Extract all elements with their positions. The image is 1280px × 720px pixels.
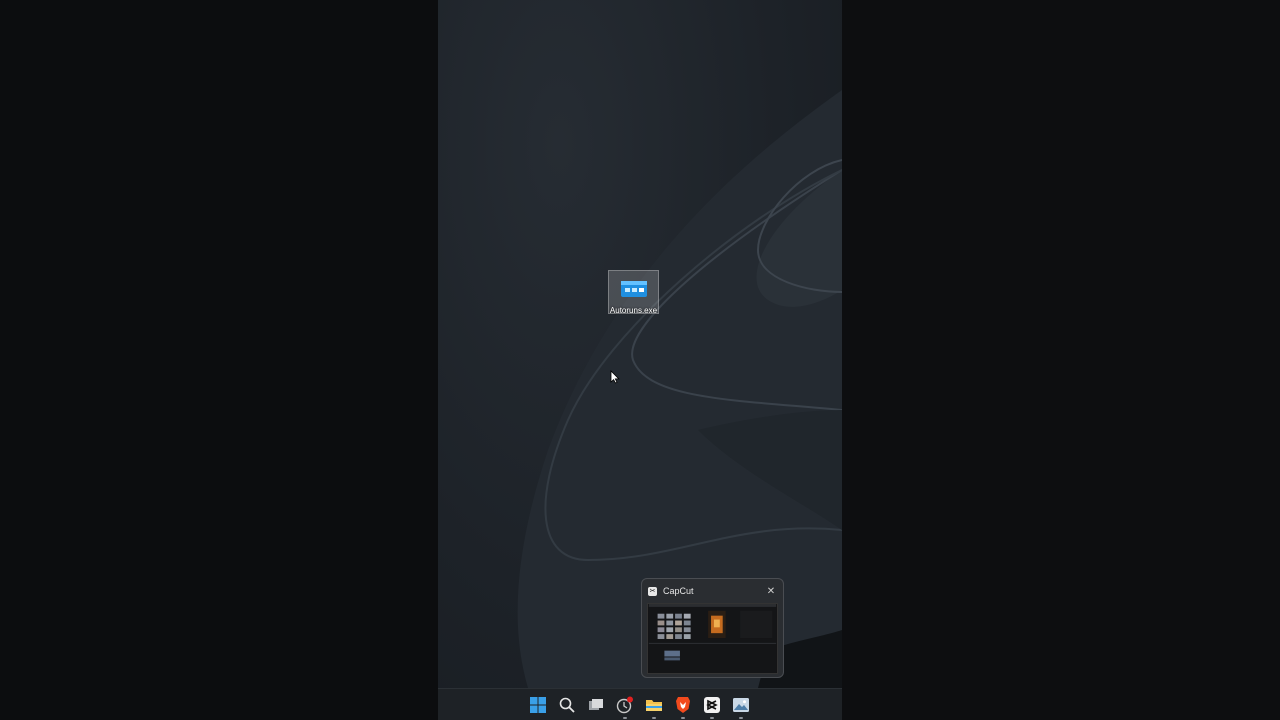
desktop-screen: Autoruns.exe ✂ CapCut ✕ xyxy=(438,0,842,720)
running-indicator xyxy=(623,717,627,719)
running-indicator xyxy=(652,717,656,719)
taskbar-brave[interactable] xyxy=(673,695,693,719)
task-view-icon xyxy=(589,699,603,710)
capcut-icon xyxy=(704,697,720,713)
blurred-background-right xyxy=(842,0,1280,720)
brave-browser-icon xyxy=(676,697,690,713)
window-thumbnail[interactable] xyxy=(647,603,778,674)
capcut-icon: ✂ xyxy=(648,586,657,596)
taskbar-file-explorer[interactable] xyxy=(644,695,664,719)
taskbar-app-red-badge[interactable] xyxy=(615,695,635,719)
task-view-button[interactable] xyxy=(586,695,606,715)
taskbar xyxy=(438,688,842,720)
search-icon xyxy=(559,697,575,713)
blurred-background-left xyxy=(0,0,438,720)
app-icon xyxy=(616,696,633,714)
desktop-icon-label: Autoruns.exe xyxy=(609,306,658,315)
close-icon[interactable]: ✕ xyxy=(765,586,777,597)
start-button[interactable] xyxy=(528,695,548,715)
windows-logo-icon xyxy=(530,697,546,713)
photos-icon xyxy=(733,698,749,712)
search-button[interactable] xyxy=(557,695,577,715)
preview-title-bar: ✂ CapCut ✕ xyxy=(648,584,777,598)
running-indicator xyxy=(710,717,714,719)
mouse-cursor-icon xyxy=(610,370,620,384)
desktop-icon-autoruns[interactable]: Autoruns.exe xyxy=(608,270,659,315)
taskbar-photos[interactable] xyxy=(731,695,751,719)
folder-icon xyxy=(646,700,662,711)
preview-title: CapCut xyxy=(663,586,694,596)
running-indicator xyxy=(739,717,743,719)
taskbar-capcut[interactable] xyxy=(702,695,722,719)
taskbar-window-preview[interactable]: ✂ CapCut ✕ xyxy=(641,578,784,678)
running-indicator xyxy=(681,717,685,719)
autoruns-app-icon xyxy=(620,281,647,297)
